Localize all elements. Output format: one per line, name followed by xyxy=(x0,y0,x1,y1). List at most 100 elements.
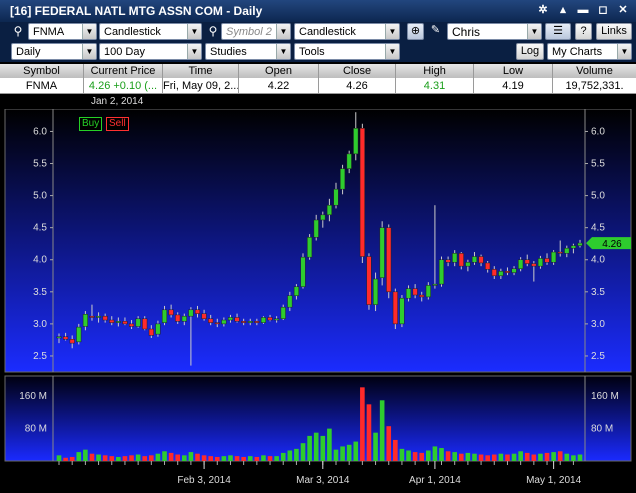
candle-body xyxy=(188,309,194,317)
candle-body xyxy=(161,309,168,323)
candle-body xyxy=(544,258,550,263)
last-price-label: 4.26 xyxy=(602,239,622,250)
chevron-down-icon[interactable]: ▼ xyxy=(617,44,631,59)
chevron-down-icon[interactable]: ▼ xyxy=(385,24,399,39)
quote-low: 4.19 xyxy=(474,78,553,93)
price-tick-label: 3.0 xyxy=(591,319,605,330)
volume-tick-label: 80 M xyxy=(25,424,47,435)
quote-open: 4.22 xyxy=(239,78,319,93)
volume-bar xyxy=(373,432,378,461)
zoom-icon[interactable]: ⊕ xyxy=(407,23,424,40)
candle-body xyxy=(478,256,484,264)
price-tick-label: 3.0 xyxy=(33,319,47,330)
price-tick-label: 6.0 xyxy=(591,126,605,137)
chart-type-value: Candlestick xyxy=(104,25,161,38)
volume-bar xyxy=(452,452,458,461)
sell-button[interactable]: Sell xyxy=(106,117,129,131)
volume-tick-label: 160 M xyxy=(591,391,619,402)
volume-bar xyxy=(485,455,490,461)
candle-body xyxy=(208,318,214,323)
volume-bar xyxy=(498,453,504,461)
chevron-down-icon[interactable]: ▼ xyxy=(187,44,201,59)
quote-header-row: Symbol Current Price Time Open Close Hig… xyxy=(0,64,636,78)
candle-body xyxy=(511,268,517,273)
chevron-down-icon[interactable]: ▼ xyxy=(527,24,541,39)
close-icon[interactable]: ✕ xyxy=(616,3,630,17)
volume-bar xyxy=(109,456,115,461)
candle-body xyxy=(155,323,161,335)
log-button[interactable]: Log xyxy=(516,43,544,60)
price-tick-label: 4.0 xyxy=(33,255,47,266)
user-select[interactable]: Chris ▼ xyxy=(447,23,542,40)
quote-symbol: FNMA xyxy=(0,78,84,93)
price-tick-label: 2.5 xyxy=(591,351,605,362)
candle-body xyxy=(491,269,497,277)
studies-select[interactable]: Studies ▼ xyxy=(205,43,291,60)
volume-bar xyxy=(149,455,154,461)
volume-bar xyxy=(531,454,537,461)
volume-bar xyxy=(379,400,385,461)
volume-bar xyxy=(76,452,82,461)
candle-body xyxy=(320,214,326,221)
tools-select[interactable]: Tools ▼ xyxy=(294,43,400,60)
chevron-down-icon[interactable]: ▼ xyxy=(276,44,290,59)
price-tick-label: 5.0 xyxy=(33,191,47,202)
volume-bar xyxy=(142,456,148,461)
candle-body xyxy=(135,318,141,327)
chevron-down-icon[interactable]: ▼ xyxy=(82,24,96,39)
chevron-down-icon[interactable]: ▼ xyxy=(385,44,399,59)
candle-body xyxy=(333,188,339,206)
minimize-icon[interactable]: ▬ xyxy=(576,3,590,17)
candle-body xyxy=(168,309,174,316)
volume-bar xyxy=(465,452,471,461)
volume-bar xyxy=(96,454,101,461)
candle-body xyxy=(326,204,332,216)
buy-button[interactable]: Buy xyxy=(79,117,103,131)
help-button[interactable]: ? xyxy=(575,23,592,40)
search-icon[interactable]: ⚲ xyxy=(11,24,25,38)
volume-bar xyxy=(116,456,121,461)
volume-bar xyxy=(577,454,583,461)
menu-icon[interactable]: ☰ xyxy=(545,23,571,40)
draw-tool-icon[interactable]: ✎ xyxy=(427,23,444,40)
gear-icon[interactable]: ✲ xyxy=(536,3,550,17)
volume-bar xyxy=(313,432,319,461)
range-value: 100 Day xyxy=(104,45,145,58)
quote-time: Fri, May 09, 2... xyxy=(163,78,239,93)
candle-body xyxy=(366,256,372,305)
chevron-down-icon[interactable]: ▼ xyxy=(276,24,290,39)
links-button[interactable]: Links xyxy=(596,23,632,40)
price-tick-label: 2.5 xyxy=(33,351,47,362)
interval-select[interactable]: Daily ▼ xyxy=(11,43,97,60)
volume-bar xyxy=(399,448,405,461)
chart-type2-select[interactable]: Candlestick ▼ xyxy=(294,23,400,40)
header-symbol: Symbol xyxy=(0,64,84,78)
volume-bar xyxy=(294,448,299,461)
volume-bar xyxy=(280,452,286,461)
volume-bar xyxy=(406,450,411,461)
maximize-icon[interactable]: ◻ xyxy=(596,3,610,17)
volume-tick-label: 160 M xyxy=(19,391,47,402)
search-icon[interactable]: ⚲ xyxy=(206,24,220,38)
collapse-icon[interactable]: ▴ xyxy=(556,3,570,17)
price-chart[interactable]: 6.0 6.0 5.5 5.5 5.0 5.0 4.5 4.5 4.0 4.0 3.5 3.5 3.0 3… xyxy=(0,109,636,493)
volume-bar xyxy=(386,426,392,461)
volume-bar xyxy=(201,455,207,461)
range-select[interactable]: 100 Day ▼ xyxy=(99,43,202,60)
volume-bar xyxy=(63,457,68,461)
chevron-down-icon[interactable]: ▼ xyxy=(187,24,201,39)
volume-bar xyxy=(69,456,75,461)
chevron-down-icon[interactable]: ▼ xyxy=(82,44,96,59)
volume-bar xyxy=(320,435,326,461)
candle-body xyxy=(63,336,69,340)
chart-type-select[interactable]: Candlestick ▼ xyxy=(99,23,202,40)
symbol-input[interactable]: FNMA ▼ xyxy=(28,23,97,40)
my-charts-value: My Charts xyxy=(552,45,603,58)
date-tick-label: Mar 3, 2014 xyxy=(296,475,350,486)
symbol2-input[interactable]: Symbol 2 ▼ xyxy=(221,23,291,40)
candle-body xyxy=(214,322,220,325)
my-charts-select[interactable]: My Charts ▼ xyxy=(547,43,632,60)
header-current-price: Current Price xyxy=(84,64,163,78)
candle-body xyxy=(524,259,530,264)
volume-bar xyxy=(564,453,570,461)
